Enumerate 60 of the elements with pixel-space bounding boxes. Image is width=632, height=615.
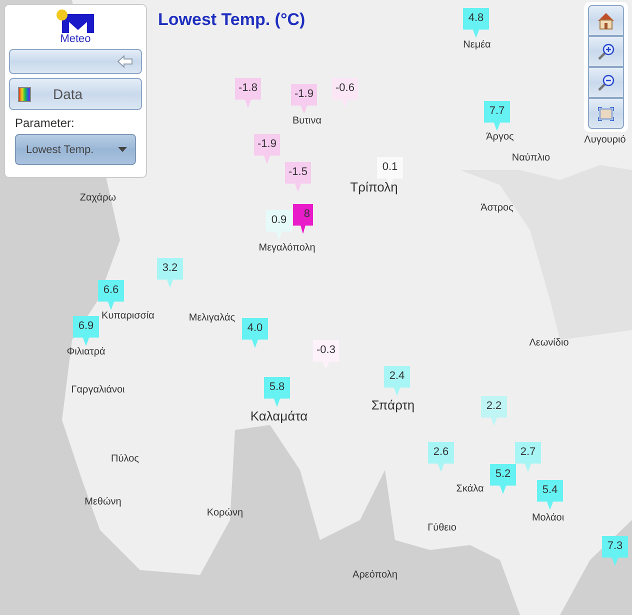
temperature-marker[interactable]: 4.8: [463, 8, 489, 38]
logo-text: Meteo: [60, 33, 91, 45]
place-label: Μεθώνη: [84, 496, 122, 508]
place-label: Μεγαλόπολη: [258, 242, 316, 254]
temperature-marker[interactable]: 2.6: [428, 442, 454, 472]
place-label: Καλαμάτα: [250, 408, 308, 424]
temperature-marker[interactable]: 5.2: [490, 464, 516, 494]
place-label: Μολάοι: [532, 512, 564, 524]
temperature-marker[interactable]: -0.3: [313, 340, 339, 370]
temperature-marker[interactable]: 2.7: [515, 442, 541, 472]
caret-icon: [118, 147, 127, 152]
place-label: Γύθειο: [428, 522, 456, 534]
temperature-marker[interactable]: -1.9: [291, 84, 317, 114]
place-label: Γαργαλιάνοι: [71, 384, 125, 396]
place-label: Λεωνίδιο: [529, 338, 569, 348]
temperature-marker[interactable]: 2.2: [481, 396, 507, 426]
temperature-marker[interactable]: -1.8: [235, 78, 261, 108]
place-label: Λυγουριό: [584, 134, 626, 146]
place-label: Σκάλα: [456, 484, 484, 494]
place-label: Βυτινα: [292, 116, 322, 126]
home-button[interactable]: [588, 5, 624, 36]
place-label: Ναύπλιο: [512, 152, 550, 164]
temperature-marker[interactable]: 3.2: [157, 258, 183, 288]
place-label: Άστρος: [480, 202, 514, 214]
back-button[interactable]: [9, 49, 142, 74]
data-button[interactable]: Data: [9, 78, 142, 110]
logo-icon: [56, 9, 96, 33]
place-label: Ζαχάρω: [80, 192, 116, 204]
temperature-marker[interactable]: 4.0: [242, 318, 268, 348]
temperature-marker[interactable]: 6.9: [73, 316, 99, 346]
temperature-marker[interactable]: 6.6: [98, 280, 124, 310]
parameter-select[interactable]: Lowest Temp.: [15, 134, 136, 165]
temperature-marker[interactable]: 5.8: [264, 377, 290, 407]
temperature-marker[interactable]: -1.5: [285, 162, 311, 192]
zoom-in-button[interactable]: [588, 36, 624, 67]
place-label: Φιλιατρά: [66, 346, 106, 358]
place-label: Άργος: [486, 132, 514, 142]
place-label: Σπάρτη: [371, 398, 415, 412]
zoom-in-icon: [597, 42, 615, 60]
parameter-label: Parameter:: [15, 116, 76, 130]
zoom-out-button[interactable]: [588, 67, 624, 98]
temperature-marker[interactable]: -0.6: [332, 78, 358, 108]
arrow-left-icon: [117, 55, 133, 68]
extent-button[interactable]: [588, 98, 624, 129]
fullscreen-icon: [598, 106, 614, 120]
place-label: Μελιγαλάς: [188, 312, 236, 324]
place-label: Κυπαρισσία: [102, 310, 154, 322]
temperature-marker[interactable]: 0.9: [266, 210, 292, 240]
place-label: Αρεόπολη: [352, 570, 398, 580]
place-label: Πύλος: [111, 454, 139, 464]
temperature-marker[interactable]: 7.7: [484, 101, 510, 131]
place-label: Κορώνη: [206, 508, 244, 518]
color-palette-icon: [18, 86, 31, 102]
place-label: Νεμέα: [463, 40, 491, 50]
temperature-marker[interactable]: 2.4: [384, 366, 410, 396]
home-icon: [597, 12, 615, 30]
zoom-out-icon: [597, 74, 615, 92]
map-title: Lowest Temp. (°C): [158, 10, 306, 30]
temperature-marker[interactable]: 5.4: [537, 480, 563, 510]
temperature-marker[interactable]: -1.9: [254, 134, 280, 164]
